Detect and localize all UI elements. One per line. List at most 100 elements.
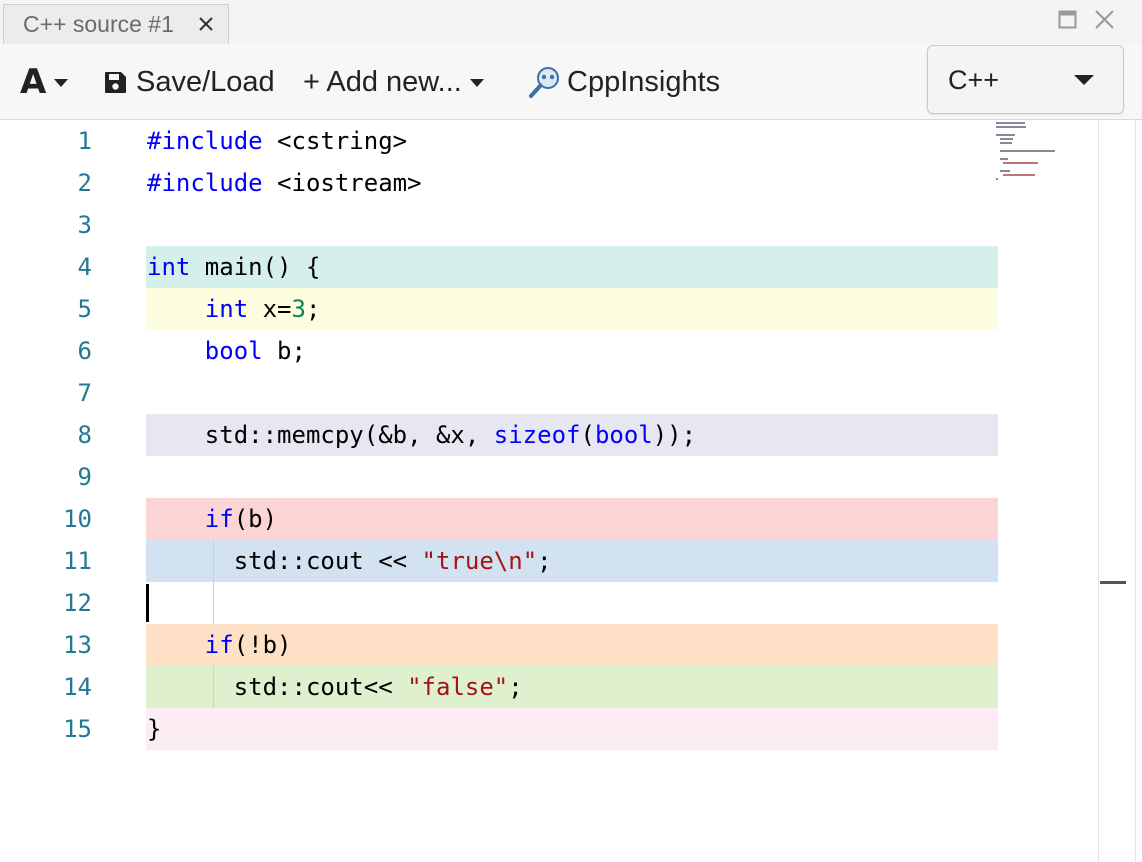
code-line[interactable]: 5 int x=3; bbox=[0, 288, 998, 330]
code-token: bool bbox=[594, 421, 653, 449]
floppy-disk-icon bbox=[105, 71, 126, 93]
minimap-line bbox=[996, 134, 1016, 136]
save-load-label: Save/Load bbox=[136, 65, 275, 98]
code-text: std::memcpy(&b, &x, sizeof(bool)); bbox=[147, 414, 696, 456]
code-line[interactable]: 14 std::cout<< "false"; bbox=[0, 666, 998, 708]
code-line[interactable]: 15} bbox=[0, 708, 998, 750]
minimap-line bbox=[1002, 174, 1035, 176]
code-line[interactable]: 10 if(b) bbox=[0, 498, 998, 540]
minimap-line bbox=[996, 126, 1027, 128]
code-token: "false" bbox=[407, 673, 509, 701]
code-token: "true\n" bbox=[421, 547, 538, 575]
code-text: int main() { bbox=[147, 246, 320, 288]
line-number: 5 bbox=[77, 295, 92, 323]
font-icon: A bbox=[20, 62, 47, 102]
code-token: )); bbox=[652, 421, 697, 449]
code-token: int bbox=[204, 295, 249, 323]
code-token: if bbox=[204, 505, 234, 533]
minimap-line bbox=[1000, 138, 1014, 140]
minimap-line bbox=[1002, 162, 1038, 164]
magnifier-icon bbox=[529, 67, 559, 98]
code-line[interactable]: 6 bool b; bbox=[0, 330, 998, 372]
line-number: 2 bbox=[77, 169, 92, 197]
code-line[interactable]: 13 if(!b) bbox=[0, 624, 998, 666]
code-token: ( bbox=[580, 421, 595, 449]
code-text: if(!b) bbox=[147, 624, 292, 666]
code-token: ; bbox=[537, 547, 552, 575]
code-token: sizeof bbox=[493, 421, 581, 449]
code-token: #include bbox=[147, 169, 263, 197]
tab-cpp-source[interactable]: C++ source #1 bbox=[3, 4, 229, 44]
add-new-label: + Add new... bbox=[303, 65, 462, 98]
code-token: ; bbox=[305, 295, 321, 323]
code-text: if(b) bbox=[147, 498, 277, 540]
font-size-dropdown[interactable]: A bbox=[20, 44, 69, 120]
code-token: std::cout << bbox=[147, 547, 422, 575]
line-number: 13 bbox=[63, 631, 92, 659]
code-token: std::cout<< bbox=[147, 673, 408, 701]
code-token: b; bbox=[262, 337, 306, 365]
chevron-down-icon bbox=[469, 79, 484, 87]
add-new-dropdown[interactable]: + Add new... bbox=[303, 44, 484, 120]
tab-title: C++ source #1 bbox=[23, 11, 174, 37]
code-line[interactable]: 1 #include <cstring> bbox=[0, 120, 998, 162]
code-text: std::cout << "true\n"; bbox=[147, 540, 552, 582]
cppinsights-button[interactable]: CppInsights bbox=[528, 44, 720, 120]
minimap-line bbox=[1000, 142, 1012, 144]
line-number: 4 bbox=[77, 253, 92, 281]
code-token: int bbox=[147, 253, 191, 281]
code-text: int x=3; bbox=[147, 288, 321, 330]
code-text: } bbox=[147, 708, 161, 750]
line-number: 14 bbox=[63, 673, 92, 701]
minimap-line bbox=[1000, 158, 1009, 160]
code-text: std::cout<< "false"; bbox=[147, 666, 523, 708]
text-cursor bbox=[146, 584, 149, 622]
code-line[interactable]: 4 int main() { bbox=[0, 246, 998, 288]
code-token: std::memcpy(&b, &x, bbox=[147, 421, 494, 449]
close-icon[interactable] bbox=[196, 14, 216, 34]
save-load-button[interactable]: Save/Load bbox=[103, 44, 275, 120]
scroll-position-marker bbox=[1100, 581, 1126, 584]
line-number: 12 bbox=[63, 589, 92, 617]
code-editor[interactable]: 1 #include <cstring> 2 #include <iostream> 3… bbox=[0, 120, 1142, 862]
line-number: 1 bbox=[77, 127, 92, 155]
code-token: bool bbox=[204, 337, 263, 365]
minimap-line bbox=[996, 122, 1025, 124]
line-number: 10 bbox=[63, 505, 92, 533]
code-text: bool b; bbox=[147, 330, 306, 372]
cppinsights-label: CppInsights bbox=[567, 65, 721, 98]
code-line[interactable]: 3 bbox=[0, 204, 998, 246]
chevron-down-icon bbox=[54, 79, 69, 87]
minimap[interactable] bbox=[996, 120, 1096, 190]
language-select[interactable]: C++ bbox=[927, 45, 1124, 114]
code-token: if bbox=[204, 631, 234, 659]
line-number: 6 bbox=[77, 337, 92, 365]
maximize-icon[interactable] bbox=[1058, 10, 1077, 29]
minimap-line bbox=[1000, 150, 1055, 152]
vertical-scrollbar[interactable] bbox=[1098, 120, 1099, 862]
line-number: 11 bbox=[63, 547, 92, 575]
indent-guide bbox=[213, 540, 214, 624]
code-token: <iostream> bbox=[262, 169, 422, 197]
code-line[interactable]: 8 std::memcpy(&b, &x, sizeof(bool)); bbox=[0, 414, 998, 456]
code-token: <cstring> bbox=[262, 127, 408, 155]
window-close-icon[interactable] bbox=[1094, 9, 1115, 30]
code-line[interactable]: 9 bbox=[0, 456, 998, 498]
line-number: 3 bbox=[77, 211, 92, 239]
minimap-line bbox=[1000, 170, 1010, 172]
compiler-explorer-pane: C++ source #1 A Save/Load + Add new... C… bbox=[0, 0, 1142, 862]
code-line[interactable]: 11 std::cout << "true\n"; bbox=[0, 540, 998, 582]
language-value: C++ bbox=[948, 65, 1000, 95]
code-token: (!b) bbox=[233, 631, 292, 659]
code-token: #include bbox=[147, 127, 263, 155]
line-number: 8 bbox=[77, 421, 92, 449]
code-line[interactable]: 12 bbox=[0, 582, 998, 624]
code-line[interactable]: 7 bbox=[0, 372, 998, 414]
code-line[interactable]: 2 #include <iostream> bbox=[0, 162, 998, 204]
pane-edge bbox=[1135, 120, 1136, 862]
indent-guide bbox=[213, 666, 214, 708]
